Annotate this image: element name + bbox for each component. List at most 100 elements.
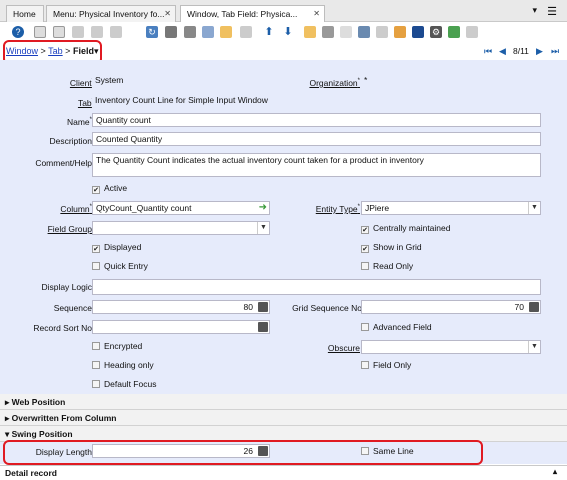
detail-record-bar[interactable]: Detail record ▴ bbox=[0, 465, 567, 480]
tab-label: Menu: Physical Inventory fo... bbox=[53, 9, 165, 19]
checkbox-box bbox=[92, 262, 100, 270]
tab-menu-physical-inventory[interactable]: Menu: Physical Inventory fo... ✕ bbox=[46, 5, 176, 22]
section-title: Web Position bbox=[11, 397, 66, 407]
print-icon[interactable] bbox=[340, 26, 352, 38]
read-only-checkbox[interactable]: Read Only bbox=[361, 261, 413, 271]
checkmark-icon: ✔ bbox=[92, 186, 100, 194]
comment-help-label: Comment/Help bbox=[35, 158, 92, 168]
calculator-icon[interactable] bbox=[529, 302, 539, 312]
save-create-icon[interactable] bbox=[110, 26, 122, 38]
first-record-icon[interactable]: ⏮ bbox=[484, 46, 492, 57]
process-gear-icon[interactable]: ⚙ bbox=[430, 26, 442, 38]
translate-icon[interactable] bbox=[394, 26, 406, 38]
grid-sequence-label: Grid Sequence No bbox=[292, 303, 362, 313]
hamburger-menu-icon[interactable]: ☰ bbox=[547, 5, 557, 18]
sequence-input[interactable]: 80 bbox=[92, 300, 270, 314]
advanced-field-checkbox[interactable]: Advanced Field bbox=[361, 322, 432, 332]
record-sort-label: Record Sort No bbox=[33, 323, 92, 333]
chevron-up-icon[interactable]: ▴ bbox=[553, 467, 557, 476]
chevron-right-icon: ▸ bbox=[5, 413, 12, 423]
archive-icon[interactable] bbox=[322, 26, 334, 38]
tab-list-dropdown-icon[interactable]: ▾ bbox=[532, 5, 537, 16]
last-record-icon[interactable]: ⏭ bbox=[551, 46, 559, 57]
refresh-icon[interactable]: ↻ bbox=[146, 26, 158, 38]
column-search-field[interactable]: QtyCount_Quantity count ➜ bbox=[92, 201, 270, 215]
section-title: Overwritten From Column bbox=[11, 413, 117, 423]
description-input[interactable]: Counted Quantity bbox=[92, 132, 541, 146]
entity-type-value: JPiere bbox=[365, 203, 390, 213]
detail-record-label: Detail record bbox=[5, 468, 57, 478]
entity-type-label: Entity Type* bbox=[315, 204, 360, 214]
heading-only-checkbox[interactable]: Heading only bbox=[92, 360, 154, 370]
chevron-down-icon: ▼ bbox=[257, 222, 269, 234]
chat-icon[interactable] bbox=[202, 26, 214, 38]
checkbox-box bbox=[361, 323, 369, 331]
refresh-arrow-icon[interactable]: ➜ bbox=[259, 202, 267, 213]
comment-help-textarea[interactable]: The Quantity Count indicates the actual … bbox=[92, 153, 541, 177]
grid-toggle-icon[interactable] bbox=[220, 26, 232, 38]
section-overwritten-from-column[interactable]: ▸ Overwritten From Column bbox=[0, 410, 567, 426]
checkbox-box bbox=[92, 380, 100, 388]
tab-home[interactable]: Home bbox=[6, 5, 44, 22]
displayed-checkbox[interactable]: ✔ Displayed bbox=[92, 242, 141, 253]
close-icon[interactable]: ✕ bbox=[164, 9, 171, 18]
arrow-up-icon[interactable]: ⬆ bbox=[263, 26, 275, 38]
quick-entry-checkbox[interactable]: Quick Entry bbox=[92, 261, 148, 271]
centrally-maintained-checkbox[interactable]: ✔ Centrally maintained bbox=[361, 223, 450, 234]
product-info-icon[interactable] bbox=[376, 26, 388, 38]
section-web-position[interactable]: ▸ Web Position bbox=[0, 394, 567, 410]
delete-icon[interactable] bbox=[72, 26, 84, 38]
calculator-icon[interactable] bbox=[258, 322, 268, 332]
search-icon[interactable] bbox=[165, 26, 177, 38]
entity-type-select[interactable]: JPiere ▼ bbox=[361, 201, 541, 215]
tab-label: Tab* bbox=[77, 98, 94, 108]
lock-icon[interactable] bbox=[412, 26, 424, 38]
tab-field: Inventory Count Line for Simple Input Wi… bbox=[92, 94, 270, 108]
new-record-icon[interactable] bbox=[34, 26, 46, 38]
copy-record-icon[interactable] bbox=[53, 26, 65, 38]
chevron-right-icon: ▸ bbox=[5, 397, 12, 407]
close-icon[interactable]: ✕ bbox=[313, 9, 320, 18]
client-field: System bbox=[92, 74, 270, 88]
tab-window-tab-field[interactable]: Window, Tab Field: Physica... ✕ bbox=[180, 5, 325, 23]
encrypted-checkbox[interactable]: Encrypted bbox=[92, 341, 142, 351]
customize-icon[interactable] bbox=[466, 26, 478, 38]
record-sort-input[interactable] bbox=[92, 320, 270, 334]
checkbox-box bbox=[92, 342, 100, 350]
name-input[interactable]: Quantity count bbox=[92, 113, 541, 127]
help-icon[interactable]: ? bbox=[12, 26, 24, 38]
checkbox-box bbox=[361, 262, 369, 270]
default-focus-checkbox[interactable]: Default Focus bbox=[92, 379, 156, 389]
obscure-select[interactable]: ▼ bbox=[361, 340, 541, 354]
field-group-label: Field Group bbox=[47, 224, 92, 234]
column-label: Column* bbox=[60, 204, 92, 214]
checkmark-icon: ✔ bbox=[361, 245, 369, 253]
organization-label: Organization* bbox=[309, 78, 360, 88]
field-group-select[interactable]: ▼ bbox=[92, 221, 270, 235]
next-record-icon[interactable]: ▶ bbox=[536, 46, 543, 57]
swing-position-highlight bbox=[3, 440, 483, 465]
tab-label: Window, Tab Field: Physica... bbox=[187, 9, 298, 19]
parent-record-icon[interactable] bbox=[240, 26, 252, 38]
zoom-across-icon[interactable] bbox=[358, 26, 370, 38]
arrow-down-icon[interactable]: ⬇ bbox=[282, 26, 294, 38]
field-only-checkbox[interactable]: Field Only bbox=[361, 360, 411, 370]
sequence-label: Sequence bbox=[53, 303, 92, 313]
save-icon[interactable] bbox=[91, 26, 103, 38]
chevron-down-icon: ▾ bbox=[5, 429, 12, 439]
grid-sequence-input[interactable]: 70 bbox=[361, 300, 541, 314]
section-title: Swing Position bbox=[11, 429, 73, 439]
attachment-icon[interactable] bbox=[184, 26, 196, 38]
calculator-icon[interactable] bbox=[258, 302, 268, 312]
active-checkbox[interactable]: ✔ Active bbox=[92, 183, 127, 194]
checkmark-icon: ✔ bbox=[361, 226, 369, 234]
show-in-grid-checkbox[interactable]: ✔ Show in Grid bbox=[361, 242, 422, 253]
tab-bar: Home Menu: Physical Inventory fo... ✕ Win… bbox=[0, 0, 567, 23]
report-icon[interactable] bbox=[304, 26, 316, 38]
previous-record-icon[interactable]: ◀ bbox=[499, 46, 506, 57]
client-label: Client* bbox=[69, 78, 94, 88]
export-icon[interactable] bbox=[448, 26, 460, 38]
field-form: Client* System Organization* * Tab* Inve… bbox=[0, 60, 567, 395]
chevron-down-icon: ▼ bbox=[528, 202, 540, 214]
display-logic-textarea[interactable] bbox=[92, 279, 541, 295]
